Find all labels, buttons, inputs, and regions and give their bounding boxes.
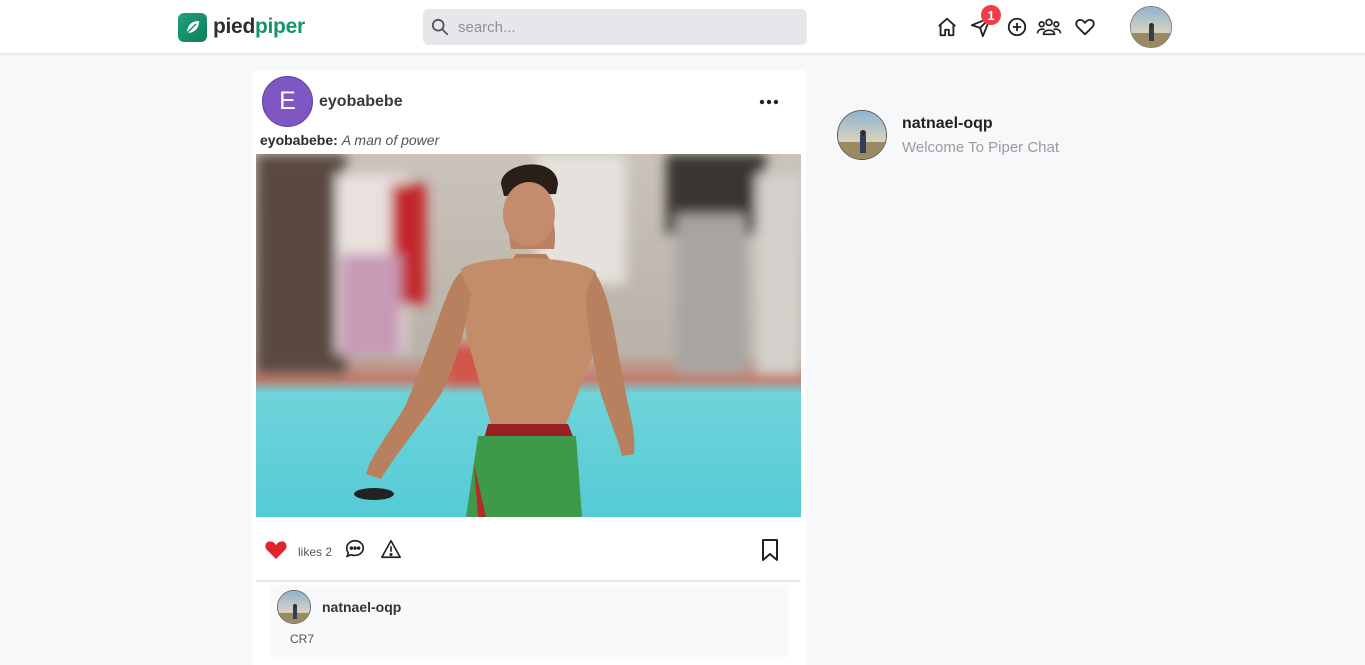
post-author-name[interactable]: eyobabebe xyxy=(319,93,403,111)
home-icon[interactable] xyxy=(934,14,960,40)
caption-text: A man of power xyxy=(341,132,440,148)
user-avatar[interactable] xyxy=(1130,6,1172,48)
logo-text: piedpiper xyxy=(213,15,305,38)
comment-icon[interactable] xyxy=(344,538,366,565)
bookmark-icon[interactable] xyxy=(759,538,781,567)
add-circle-icon[interactable] xyxy=(1004,14,1030,40)
report-warning-icon[interactable] xyxy=(380,538,402,565)
post-card: E eyobabebe eyobabebe: A man of power li… xyxy=(252,70,806,665)
logo[interactable]: piedpiper xyxy=(178,12,305,42)
comment-item: natnael-oqp CR7 xyxy=(270,585,788,657)
search-bar xyxy=(423,9,807,45)
likes-count: likes 2 xyxy=(298,544,333,559)
profile-username[interactable]: natnael-oqp xyxy=(902,115,1059,133)
comment-avatar[interactable] xyxy=(277,590,311,624)
comment-username[interactable]: natnael-oqp xyxy=(322,599,401,615)
nav-icons: 1 xyxy=(934,5,1098,40)
post-image[interactable] xyxy=(256,154,801,517)
comment-text: CR7 xyxy=(290,632,315,646)
post-header: E eyobabebe xyxy=(262,76,403,127)
people-icon[interactable] xyxy=(1036,14,1062,40)
notification-badge: 1 xyxy=(981,5,1001,25)
post-actions: likes 2 xyxy=(264,538,402,565)
profile-avatar[interactable] xyxy=(837,110,887,160)
search-input[interactable] xyxy=(458,18,778,36)
leaf-logo-icon xyxy=(178,12,207,42)
caption-username[interactable]: eyobabebe: xyxy=(260,132,338,148)
post-caption: eyobabebe: A man of power xyxy=(260,132,439,148)
top-header: piedpiper 1 xyxy=(0,0,1365,54)
profile-summary: natnael-oqp Welcome To Piper Chat xyxy=(837,110,1059,160)
send-icon[interactable]: 1 xyxy=(968,5,1001,40)
search-icon xyxy=(431,18,449,36)
post-author-avatar[interactable]: E xyxy=(262,76,313,127)
like-heart-icon[interactable] xyxy=(264,538,288,565)
heart-icon[interactable] xyxy=(1072,14,1098,40)
more-options-icon[interactable] xyxy=(757,92,781,112)
divider xyxy=(256,580,801,582)
profile-subtitle: Welcome To Piper Chat xyxy=(902,139,1060,156)
